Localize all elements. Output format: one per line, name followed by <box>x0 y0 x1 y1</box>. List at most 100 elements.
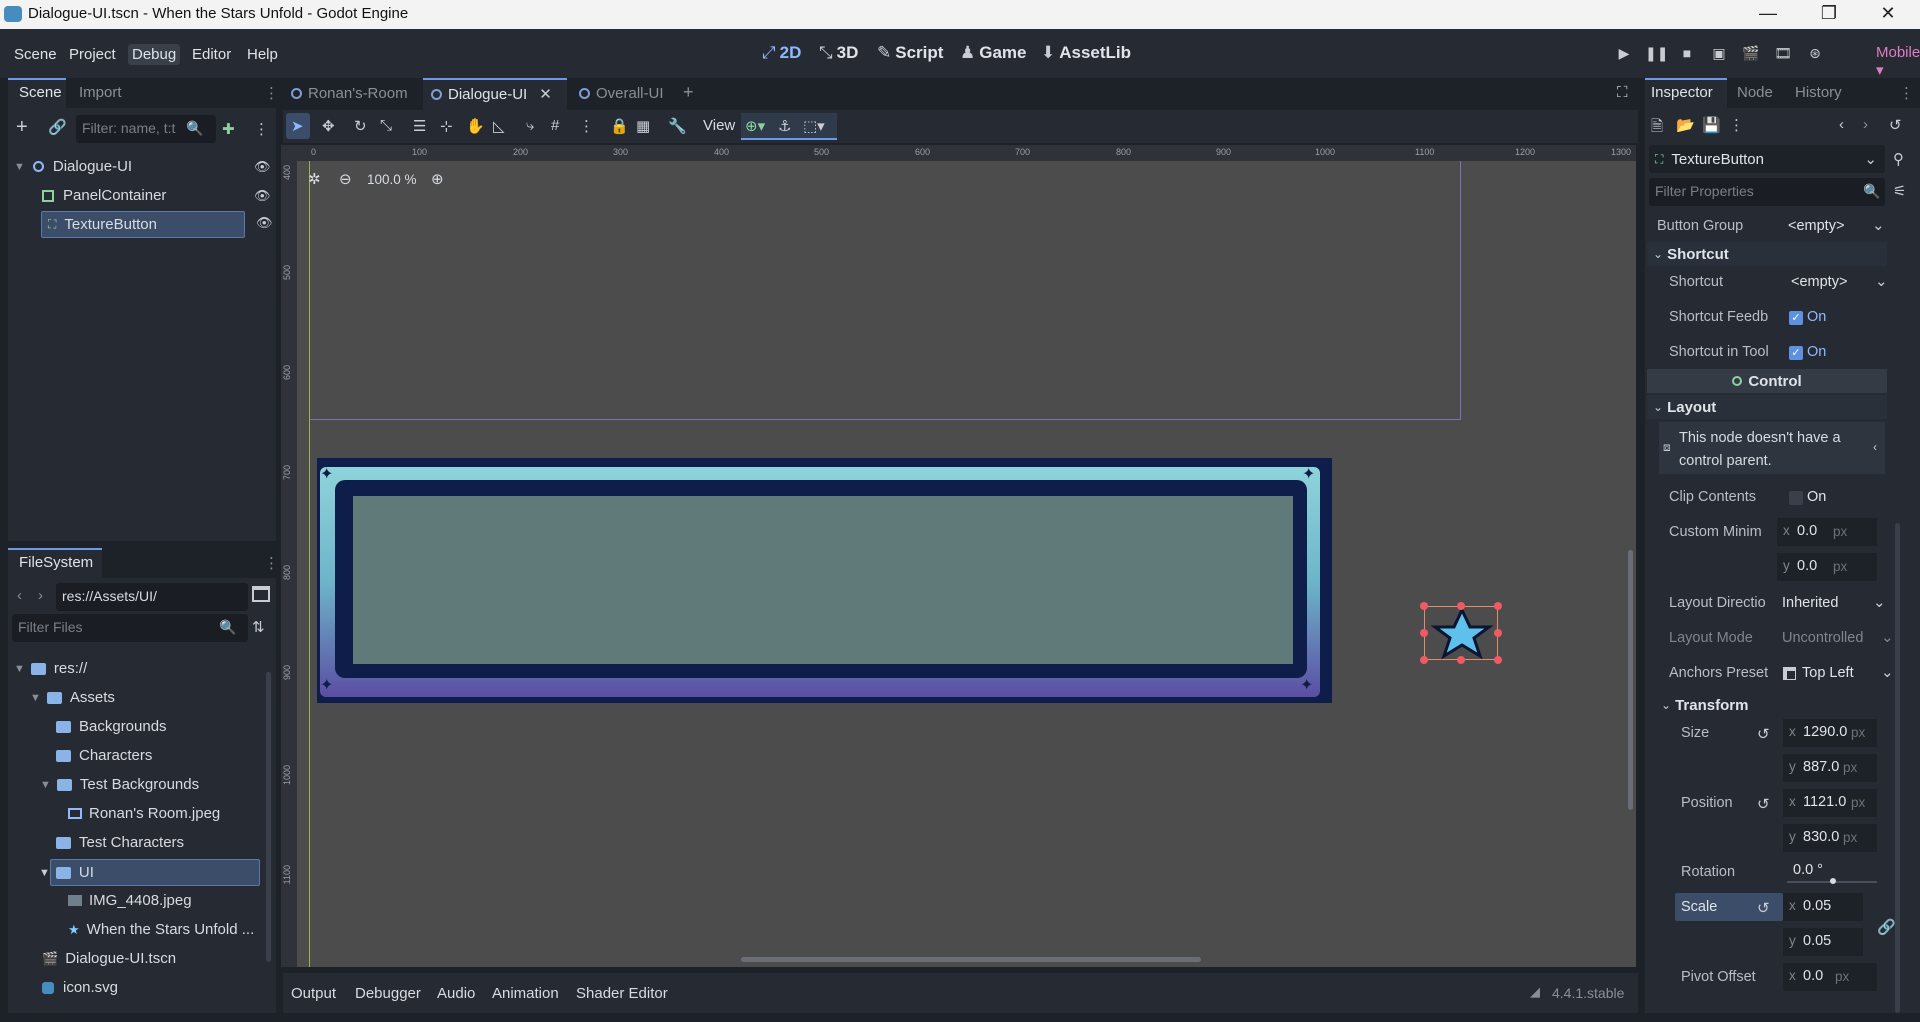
chevron-down-icon[interactable]: ⌄ <box>1873 593 1886 611</box>
bottom-tab-shader-editor[interactable]: Shader Editor <box>576 985 668 1002</box>
scale-x-field[interactable]: x 0.05 <box>1783 893 1863 921</box>
menu-help[interactable]: Help <box>243 44 282 65</box>
path-field[interactable]: res://Assets/UI/ <box>56 583 248 611</box>
filter-files-input[interactable]: Filter Files <box>12 614 248 642</box>
object-history-icon[interactable]: ↺ <box>1889 116 1902 134</box>
renderer-select[interactable]: Mobile ▾ <box>1876 44 1920 79</box>
rotation-slider[interactable]: 0.0 ° <box>1787 859 1877 884</box>
link-scale-icon[interactable]: 🔗 <box>1877 918 1896 936</box>
close-tab-icon[interactable]: ✕ <box>539 85 552 103</box>
resize-handle[interactable] <box>1420 656 1428 664</box>
chevron-down-icon[interactable]: ⌄ <box>1872 216 1885 234</box>
new-resource-icon[interactable]: 🗎 <box>1651 116 1663 141</box>
list-select-icon[interactable]: ☰ <box>413 117 426 135</box>
menu-project[interactable]: Project <box>65 44 120 65</box>
tree-row-texturebutton[interactable]: ⛶ TextureButton <box>41 211 245 238</box>
layout-presets-icon[interactable]: ⬚▾ <box>803 117 825 135</box>
visibility-eye-icon[interactable]: 👁 <box>254 188 271 204</box>
fs-item-dialogue-tscn[interactable]: 🎬 Dialogue-UI.tscn <box>42 944 252 973</box>
horizontal-scrollbar[interactable] <box>741 957 1201 962</box>
chevron-left-icon[interactable]: ‹ <box>1873 440 1877 454</box>
node-selector[interactable]: ⛶ TextureButton ⌄ <box>1649 145 1885 173</box>
fs-item-ui[interactable]: ▼ UI <box>39 859 260 886</box>
dock-menu-icon[interactable]: ⋮ <box>264 84 279 102</box>
resize-handle[interactable] <box>1420 629 1428 637</box>
workspace-assetlib[interactable]: ⬇ AssetLib <box>1041 43 1131 63</box>
prop-shortcut-value[interactable]: <empty> <box>1791 274 1847 290</box>
scale-icon[interactable]: ⤡ <box>380 117 392 134</box>
resize-handle[interactable] <box>1420 602 1428 610</box>
remote-debug-icon[interactable]: ▣ <box>1709 45 1729 63</box>
fs-item-characters[interactable]: Characters <box>56 741 256 770</box>
tree-row-dialogue-ui[interactable]: ▼ Dialogue-UI 👁 <box>14 152 274 181</box>
vertical-scrollbar[interactable] <box>1628 550 1633 810</box>
property-filter-options-icon[interactable]: ⚟ <box>1893 182 1906 200</box>
tab-scene[interactable]: Scene <box>19 84 62 101</box>
workspace-2d[interactable]: ⤢ 2D <box>762 43 801 63</box>
fs-item-img4408[interactable]: IMG_4408.jpeg <box>68 886 258 915</box>
workspace-script[interactable]: ✎ Script <box>877 43 943 63</box>
extra-options-icon[interactable]: ⋮ <box>1729 116 1744 134</box>
skeleton-icon[interactable]: 🔧 <box>668 117 687 135</box>
filter-properties-input[interactable]: Filter Properties <box>1649 178 1885 206</box>
zoom-in-icon[interactable]: ⊕ <box>431 170 444 188</box>
add-node-icon[interactable]: + <box>16 116 28 139</box>
zoom-out-icon[interactable]: ⊖ <box>339 170 352 188</box>
node-docs-icon[interactable]: ⚲ <box>1893 150 1904 168</box>
select-icon[interactable]: ➤ <box>291 117 304 135</box>
filesystem-scrollbar[interactable] <box>266 672 271 962</box>
tab-overall-ui[interactable]: Overall-UI <box>579 85 664 102</box>
workspace-3d[interactable]: ⤡ 3D <box>819 43 858 63</box>
scale-y-field[interactable]: y 0.05 <box>1783 928 1863 956</box>
grid-snap-icon[interactable]: # <box>551 117 559 134</box>
link-icon[interactable]: 🔗 <box>48 118 67 136</box>
prop-anchors-preset-value[interactable]: Top Left <box>1802 665 1854 681</box>
move-icon[interactable]: ✥ <box>322 117 335 135</box>
bottom-tab-audio[interactable]: Audio <box>437 985 475 1002</box>
chevron-down-icon[interactable]: ⌄ <box>1875 272 1888 290</box>
stop-icon[interactable]: ■ <box>1677 45 1697 63</box>
play-icon[interactable]: ▶ <box>1614 45 1634 63</box>
resize-handle[interactable] <box>1494 629 1502 637</box>
history-back-icon[interactable]: ‹ <box>1839 116 1844 133</box>
custom-min-x-field[interactable]: x 0.0 px <box>1777 518 1877 546</box>
bottom-tab-output[interactable]: Output <box>291 985 336 1002</box>
rotation-knob[interactable] <box>1830 878 1836 884</box>
restore-icon[interactable]: ❐ <box>1806 3 1852 24</box>
fs-item-backgrounds[interactable]: Backgrounds <box>56 712 256 741</box>
center-view-icon[interactable]: ✲ <box>308 170 321 188</box>
forward-icon[interactable]: › <box>38 587 43 604</box>
save-resource-icon[interactable]: 💾 <box>1702 116 1721 134</box>
group-icon[interactable]: ▦ <box>636 117 650 135</box>
fs-item-test-characters[interactable]: Test Characters <box>56 828 256 857</box>
tab-inspector[interactable]: Inspector <box>1651 84 1713 101</box>
fs-item-ronans-room[interactable]: Ronan's Room.jpeg <box>68 799 258 828</box>
size-y-field[interactable]: y 887.0 px <box>1783 754 1877 782</box>
menu-editor[interactable]: Editor <box>188 44 235 65</box>
attach-script-icon[interactable]: ✚ <box>222 120 235 138</box>
view-menu[interactable]: View <box>703 117 735 134</box>
prop-layout-direction-value[interactable]: Inherited <box>1782 595 1838 611</box>
texture-button-selection[interactable] <box>1424 606 1498 660</box>
shortcut-feedback-checkbox[interactable]: ✓ <box>1789 311 1803 325</box>
tab-history[interactable]: History <box>1795 84 1842 101</box>
pivot-x-field[interactable]: x 0.0 px <box>1783 963 1877 991</box>
bottom-tab-animation[interactable]: Animation <box>492 985 559 1002</box>
tab-import[interactable]: Import <box>79 84 122 101</box>
tab-node[interactable]: Node <box>1737 84 1773 101</box>
back-icon[interactable]: ‹ <box>17 587 22 604</box>
scene-options-icon[interactable]: ⋮ <box>254 120 269 138</box>
shortcut-tooltip-checkbox[interactable]: ✓ <box>1789 346 1803 360</box>
sort-icon[interactable]: ⇅ <box>252 618 265 636</box>
pivot-icon[interactable]: ⊹ <box>440 117 453 135</box>
pan-icon[interactable]: ✋ <box>466 117 485 135</box>
pause-icon[interactable]: ❚❚ <box>1645 45 1668 63</box>
fs-item-star-image[interactable]: ★ When the Stars Unfold ... <box>68 915 268 944</box>
split-view-icon[interactable] <box>252 586 270 602</box>
canvas-viewport[interactable]: ✦ ✦ ✦ ✦ ✲ ⊖ 100.0 % ⊕ <box>281 145 1636 967</box>
tree-row-panelcontainer[interactable]: PanelContainer 👁 <box>42 181 274 210</box>
lock-icon[interactable]: 🔒 <box>610 117 629 135</box>
open-resource-icon[interactable]: 📂 <box>1676 116 1695 134</box>
dock-menu-icon[interactable]: ⋮ <box>264 554 279 572</box>
revert-icon[interactable]: ↺ <box>1757 899 1770 917</box>
